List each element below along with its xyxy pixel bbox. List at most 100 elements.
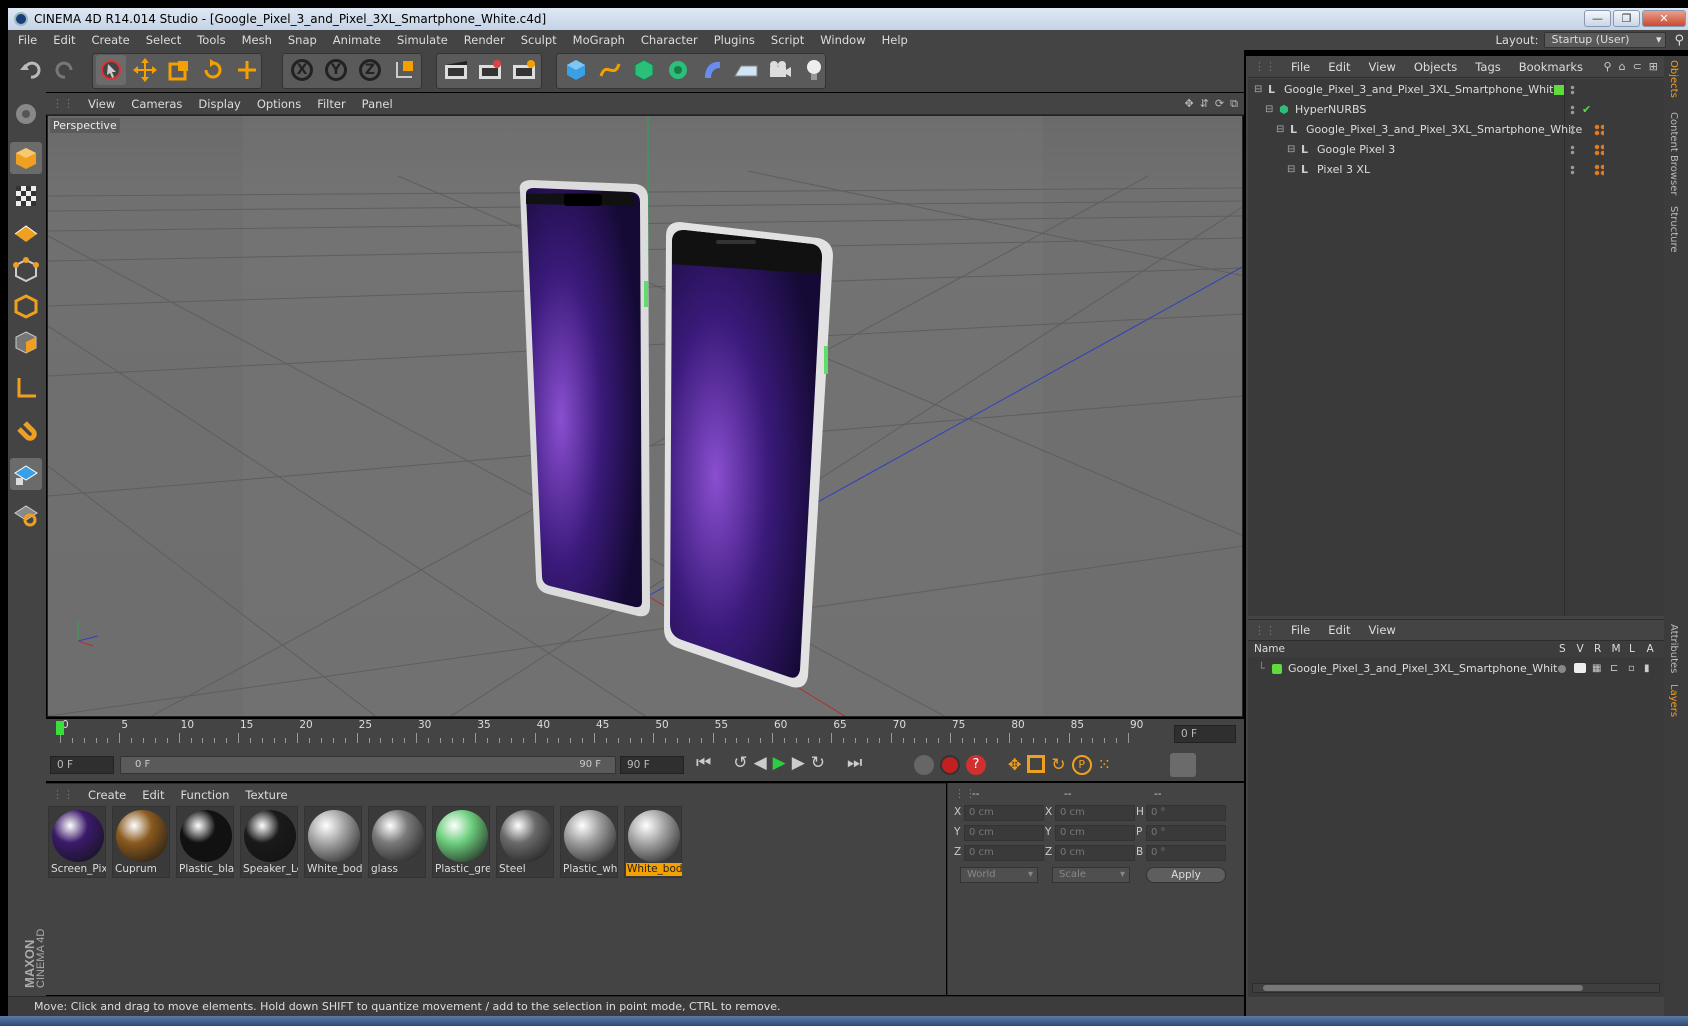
y-axis-lock-icon[interactable]: Y [321, 55, 351, 85]
restore-button[interactable]: ❐ [1613, 10, 1640, 27]
material-swatch[interactable]: glass [368, 806, 426, 878]
light-object-icon[interactable] [799, 55, 829, 85]
viewport-menu-panel[interactable]: Panel [354, 93, 401, 115]
menu-file[interactable]: File [10, 30, 45, 50]
material-menu-texture[interactable]: Texture [237, 784, 295, 806]
object-menu-objects[interactable]: Objects [1405, 56, 1466, 78]
menu-help[interactable]: Help [874, 30, 916, 50]
menu-script[interactable]: Script [763, 30, 812, 50]
object-row[interactable]: ⊟ ⬢ HyperNURBS ✔ [1248, 100, 1664, 120]
horizontal-scrollbar[interactable] [1252, 983, 1660, 993]
viewport-menu-view[interactable]: View [80, 93, 123, 115]
layer-menu-edit[interactable]: Edit [1319, 619, 1359, 641]
menu-window[interactable]: Window [812, 30, 873, 50]
material-swatch[interactable]: Plastic_whi [560, 806, 618, 878]
viewport-menu-cameras[interactable]: Cameras [123, 93, 190, 115]
viewport-menu-options[interactable]: Options [249, 93, 309, 115]
snap-magnet-icon[interactable] [10, 416, 42, 448]
key-scale-icon[interactable] [1027, 755, 1046, 773]
menu-plugins[interactable]: Plugins [706, 30, 763, 50]
minimize-button[interactable]: — [1584, 10, 1611, 27]
material-swatch[interactable]: Plastic_gre [432, 806, 490, 878]
workplane-lock-icon[interactable] [10, 458, 42, 490]
size-mode-select[interactable]: Scale ▾ [1052, 867, 1130, 883]
go-to-end-icon[interactable]: ⏭ [847, 753, 862, 773]
render-settings-icon[interactable] [509, 55, 539, 85]
material-menu-function[interactable]: Function [173, 784, 238, 806]
menu-snap[interactable]: Snap [280, 30, 325, 50]
object-row[interactable]: ⊟ L Google_Pixel_3_and_Pixel_3XL_Smartphon… [1248, 80, 1664, 100]
max-frame-field[interactable]: 90 F [620, 756, 684, 774]
link-icon[interactable]: ⊂ [1633, 60, 1642, 73]
spline-pen-icon[interactable] [595, 55, 625, 85]
material-menu-edit[interactable]: Edit [134, 784, 172, 806]
material-tag-icon[interactable] [1594, 164, 1604, 176]
menu-mesh[interactable]: Mesh [234, 30, 280, 50]
material-tag-icon[interactable] [1594, 124, 1604, 136]
menu-render[interactable]: Render [456, 30, 513, 50]
menu-create[interactable]: Create [84, 30, 138, 50]
scrollbar-thumb[interactable] [1263, 985, 1583, 991]
frame-range-slider[interactable]: 0 F 90 F [120, 756, 616, 774]
autokeying-icon[interactable]: ? [966, 755, 986, 775]
layer-row[interactable]: └ Google_Pixel_3_and_Pixel_3XL_Smartphon… [1248, 659, 1664, 679]
array-mograph-icon[interactable] [663, 55, 693, 85]
axis-mode-icon[interactable] [10, 372, 42, 404]
cube-object-icon[interactable] [561, 55, 591, 85]
recent-tool-icon[interactable] [232, 55, 262, 85]
expand-collapse-icon[interactable]: ⊟ [1276, 120, 1284, 140]
play-forward-icon[interactable]: ▶ [773, 753, 786, 773]
coord-value-field[interactable]: 0 cm [1055, 805, 1135, 821]
camera-object-icon[interactable] [765, 55, 795, 85]
coord-value-field[interactable]: 0 cm [964, 845, 1044, 861]
rotate-tool-icon[interactable] [198, 55, 228, 85]
coord-value-field[interactable]: 0 ° [1146, 845, 1226, 861]
polygons-mode-icon[interactable] [10, 326, 42, 358]
lock-toggle-icon[interactable]: ▫ [1628, 659, 1635, 679]
points-mode-icon[interactable] [10, 254, 42, 286]
object-name[interactable]: Google_Pixel_3_and_Pixel_3XL_Smartphone_… [1284, 80, 1560, 100]
tab-objects[interactable]: Objects [1668, 60, 1679, 98]
material-swatch[interactable]: Screen_Pixe [48, 806, 106, 878]
next-keyframe-icon[interactable]: ↻ [811, 753, 825, 773]
layout-select[interactable]: Startup (User) ▾ [1544, 32, 1667, 48]
search-icon[interactable]: ⚲ [1674, 33, 1684, 48]
model-mode-icon[interactable] [10, 142, 42, 174]
coordinate-space-select[interactable]: World ▾ [960, 867, 1038, 883]
search-icon[interactable]: ⚲ [1604, 60, 1612, 73]
close-button[interactable]: ✕ [1642, 10, 1686, 27]
maximize-view-icon[interactable]: ⧉ [1230, 97, 1238, 111]
material-swatch[interactable]: White_bod [624, 806, 682, 878]
coord-value-field[interactable]: 0 cm [1055, 825, 1135, 841]
timeline-end-field[interactable]: 0 F [1174, 725, 1236, 743]
material-swatch[interactable]: Cuprum [112, 806, 170, 878]
menu-character[interactable]: Character [633, 30, 706, 50]
playhead[interactable] [56, 721, 64, 735]
visibility-dots-icon[interactable] [1570, 85, 1575, 95]
previous-keyframe-icon[interactable]: ↺ [733, 753, 747, 773]
coord-value-field[interactable]: 0 cm [964, 805, 1044, 821]
material-tag-icon[interactable] [1594, 144, 1604, 156]
manager-toggle-icon[interactable]: ⊏ [1610, 659, 1618, 679]
layer-column-l[interactable]: L [1629, 641, 1635, 657]
go-to-start-icon[interactable]: ⏮ [696, 753, 711, 773]
coordinate-system-icon[interactable] [389, 55, 419, 85]
coord-value-field[interactable]: 0 cm [1055, 845, 1135, 861]
enabled-check-icon[interactable]: ✔ [1582, 100, 1591, 120]
layer-column-s[interactable]: S [1559, 641, 1566, 657]
visible-toggle-icon[interactable] [1574, 663, 1586, 673]
visibility-dots-icon[interactable] [1570, 125, 1575, 135]
menu-select[interactable]: Select [138, 30, 189, 50]
record-active-objects-icon[interactable] [940, 755, 960, 775]
viewport-menu-filter[interactable]: Filter [309, 93, 353, 115]
render-toggle-icon[interactable]: ▦ [1592, 659, 1601, 679]
scale-tool-icon[interactable] [164, 55, 194, 85]
material-swatch[interactable]: Steel [496, 806, 554, 878]
layer-column-a[interactable]: A [1647, 641, 1654, 657]
menu-animate[interactable]: Animate [325, 30, 389, 50]
layer-column-m[interactable]: M [1612, 641, 1621, 657]
make-editable-icon[interactable] [10, 98, 42, 130]
key-position-icon[interactable]: ✥ [1008, 755, 1021, 775]
timeline-ruler[interactable]: 0 5 10 15 20 25 30 35 40 45 50 55 60 65 70 75 80 85 90 0 F [46, 719, 1244, 749]
floor-environment-icon[interactable] [731, 55, 761, 85]
